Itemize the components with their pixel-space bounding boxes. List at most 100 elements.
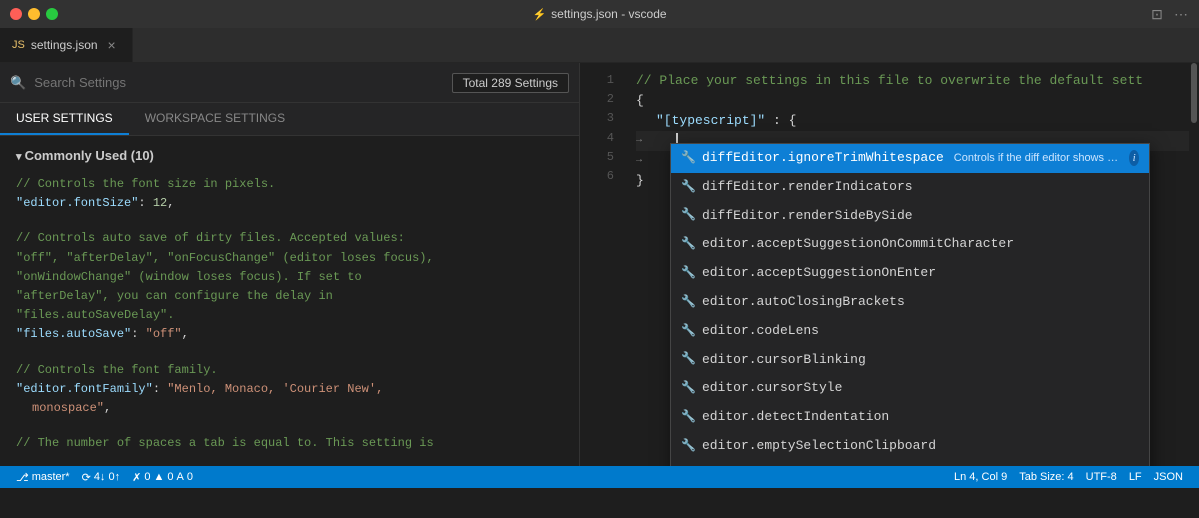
line-num-1: 1	[580, 71, 614, 90]
settings-panel: 🔍 Total 289 Settings USER SETTINGS WORKS…	[0, 63, 580, 466]
tabsize-text: Tab Size: 4	[1019, 471, 1073, 483]
autocomplete-item-10[interactable]: 🔧 editor.emptySelectionClipboard	[671, 432, 1149, 461]
settings-content: Commonly Used (10) // Controls the font …	[0, 136, 579, 466]
file-icon: ⚡	[532, 8, 546, 21]
status-errors[interactable]: ✗ 0 ▲ 0 A 0	[126, 466, 199, 488]
autocomplete-item-1[interactable]: 🔧 diffEditor.renderIndicators	[671, 173, 1149, 202]
setting-line-autosave: "files.autoSave": "off",	[16, 325, 563, 344]
autocomplete-item-11[interactable]: 🔧 editor.folding	[671, 461, 1149, 466]
setting-comment-autosave-3: "onWindowChange" (window loses focus). I…	[16, 268, 563, 287]
status-language[interactable]: JSON	[1148, 471, 1189, 483]
autocomplete-label-0: diffEditor.ignoreTrimWhitespace	[702, 148, 944, 169]
close-button[interactable]	[10, 8, 22, 20]
warning-icon: ▲	[153, 471, 164, 483]
autocomplete-label-10: editor.emptySelectionClipboard	[702, 436, 936, 457]
search-icon: 🔍	[10, 75, 26, 91]
setting-block-tab-comment: // The number of spaces a tab is equal t…	[16, 434, 563, 453]
line-num-3: 3	[580, 109, 614, 128]
autocomplete-desc-0: Controls if the diff editor shows change…	[954, 150, 1123, 168]
encoding-text: UTF-8	[1086, 471, 1117, 483]
autocomplete-item-9[interactable]: 🔧 editor.detectIndentation	[671, 403, 1149, 432]
status-encoding[interactable]: UTF-8	[1080, 471, 1123, 483]
line-num-4: 4	[580, 129, 614, 148]
setting-comment-autosave-1: // Controls auto save of dirty files. Ac…	[16, 229, 563, 248]
arrow-indicator-4: →	[636, 131, 648, 151]
autocomplete-item-6[interactable]: 🔧 editor.codeLens	[671, 317, 1149, 346]
info-icon-0[interactable]: i	[1129, 150, 1139, 166]
titlebar: ⚡ settings.json - vscode ⊡ ⋯	[0, 0, 1199, 28]
setting-block-autosave: // Controls auto save of dirty files. Ac…	[16, 229, 563, 344]
status-tabsize[interactable]: Tab Size: 4	[1013, 471, 1079, 483]
status-eol[interactable]: LF	[1123, 471, 1148, 483]
statusbar: ⎇ master* ⟳ 4↓ 0↑ ✗ 0 ▲ 0 A 0 Ln 4, Col …	[0, 466, 1199, 488]
status-sync[interactable]: ⟳ 4↓ 0↑	[76, 466, 127, 488]
editor-code-area[interactable]: 1 2 3 4 5 6 // Place your settings in th…	[580, 63, 1199, 466]
setting-block-fontfamily: // Controls the font family. "editor.fon…	[16, 361, 563, 419]
item-icon-10: 🔧	[681, 437, 696, 456]
minimize-button[interactable]	[28, 8, 40, 20]
autocomplete-label-11: editor.folding	[702, 465, 811, 466]
tab-settings-json[interactable]: JS settings.json ×	[0, 28, 133, 62]
branch-name: master*	[32, 471, 70, 483]
autocomplete-item-8[interactable]: 🔧 editor.cursorStyle	[671, 374, 1149, 403]
line-num-5: 5	[580, 148, 614, 167]
status-position[interactable]: Ln 4, Col 9	[948, 471, 1013, 483]
tab-file-icon: JS	[12, 39, 25, 51]
autocomplete-item-7[interactable]: 🔧 editor.cursorBlinking	[671, 346, 1149, 375]
code-line-3: "[typescript]" : {	[636, 111, 1199, 131]
setting-comment-autosave-4: "afterDelay", you can configure the dela…	[16, 287, 563, 306]
autocomplete-label-2: diffEditor.renderSideBySide	[702, 206, 913, 227]
setting-block-fontsize: // Controls the font size in pixels. "ed…	[16, 175, 563, 213]
language-text: JSON	[1154, 471, 1183, 483]
autocomplete-dropdown[interactable]: 🔧 diffEditor.ignoreTrimWhitespace Contro…	[670, 143, 1150, 466]
maximize-button[interactable]	[46, 8, 58, 20]
code-brace-close-outer: }	[636, 171, 644, 191]
code-key-typescript: "[typescript]"	[656, 113, 765, 128]
autocomplete-item-5[interactable]: 🔧 editor.autoClosingBrackets	[671, 288, 1149, 317]
tab-user-settings[interactable]: USER SETTINGS	[0, 103, 129, 135]
sync-icon: ⟳	[82, 471, 91, 484]
item-icon-1: 🔧	[681, 178, 696, 197]
editor-panel: 1 2 3 4 5 6 // Place your settings in th…	[580, 63, 1199, 466]
autocomplete-item-2[interactable]: 🔧 diffEditor.renderSideBySide	[671, 202, 1149, 231]
item-icon-0: 🔧	[681, 149, 696, 168]
section-header: Commonly Used (10)	[16, 148, 563, 163]
branch-icon: ⎇	[16, 471, 29, 484]
item-icon-7: 🔧	[681, 350, 696, 369]
line-num-2: 2	[580, 90, 614, 109]
warning-count: 0	[167, 471, 173, 483]
autocomplete-label-7: editor.cursorBlinking	[702, 350, 866, 371]
tab-workspace-settings[interactable]: WORKSPACE SETTINGS	[129, 103, 301, 135]
editor-scrollbar-thumb[interactable]	[1191, 63, 1197, 123]
setting-line-fontsize: "editor.fontSize": 12,	[16, 194, 563, 213]
split-editor-button[interactable]: ⊡	[1149, 6, 1165, 22]
message-icon: A	[176, 471, 183, 483]
autocomplete-label-9: editor.detectIndentation	[702, 407, 889, 428]
status-branch[interactable]: ⎇ master*	[10, 466, 76, 488]
line-numbers: 1 2 3 4 5 6	[580, 63, 620, 466]
autocomplete-item-4[interactable]: 🔧 editor.acceptSuggestionOnEnter	[671, 259, 1149, 288]
message-count: 0	[187, 471, 193, 483]
tab-close-button[interactable]: ×	[104, 37, 120, 53]
code-brace-open: {	[636, 91, 644, 111]
more-actions-button[interactable]: ⋯	[1173, 6, 1189, 22]
sync-counts: 4↓ 0↑	[94, 471, 120, 483]
settings-tabs: USER SETTINGS WORKSPACE SETTINGS	[0, 103, 579, 136]
item-icon-9: 🔧	[681, 408, 696, 427]
code-area[interactable]: // Place your settings in this file to o…	[620, 63, 1199, 466]
autocomplete-item-3[interactable]: 🔧 editor.acceptSuggestionOnCommitCharact…	[671, 230, 1149, 259]
code-line-1: // Place your settings in this file to o…	[636, 71, 1199, 91]
editor-scrollbar[interactable]	[1189, 63, 1199, 466]
code-comment-1: // Place your settings in this file to o…	[636, 71, 1143, 91]
autocomplete-label-6: editor.codeLens	[702, 321, 819, 342]
main-content: 🔍 Total 289 Settings USER SETTINGS WORKS…	[0, 63, 1199, 466]
item-icon-6: 🔧	[681, 322, 696, 341]
position-text: Ln 4, Col 9	[954, 471, 1007, 483]
setting-line-fontfamily-2: monospace",	[16, 399, 563, 418]
error-icon: ✗	[132, 471, 141, 484]
search-input[interactable]	[34, 75, 443, 90]
autocomplete-item-0[interactable]: 🔧 diffEditor.ignoreTrimWhitespace Contro…	[671, 144, 1149, 173]
autocomplete-label-4: editor.acceptSuggestionOnEnter	[702, 263, 936, 284]
item-icon-8: 🔧	[681, 379, 696, 398]
arrow-indicator-5: →	[636, 151, 648, 171]
